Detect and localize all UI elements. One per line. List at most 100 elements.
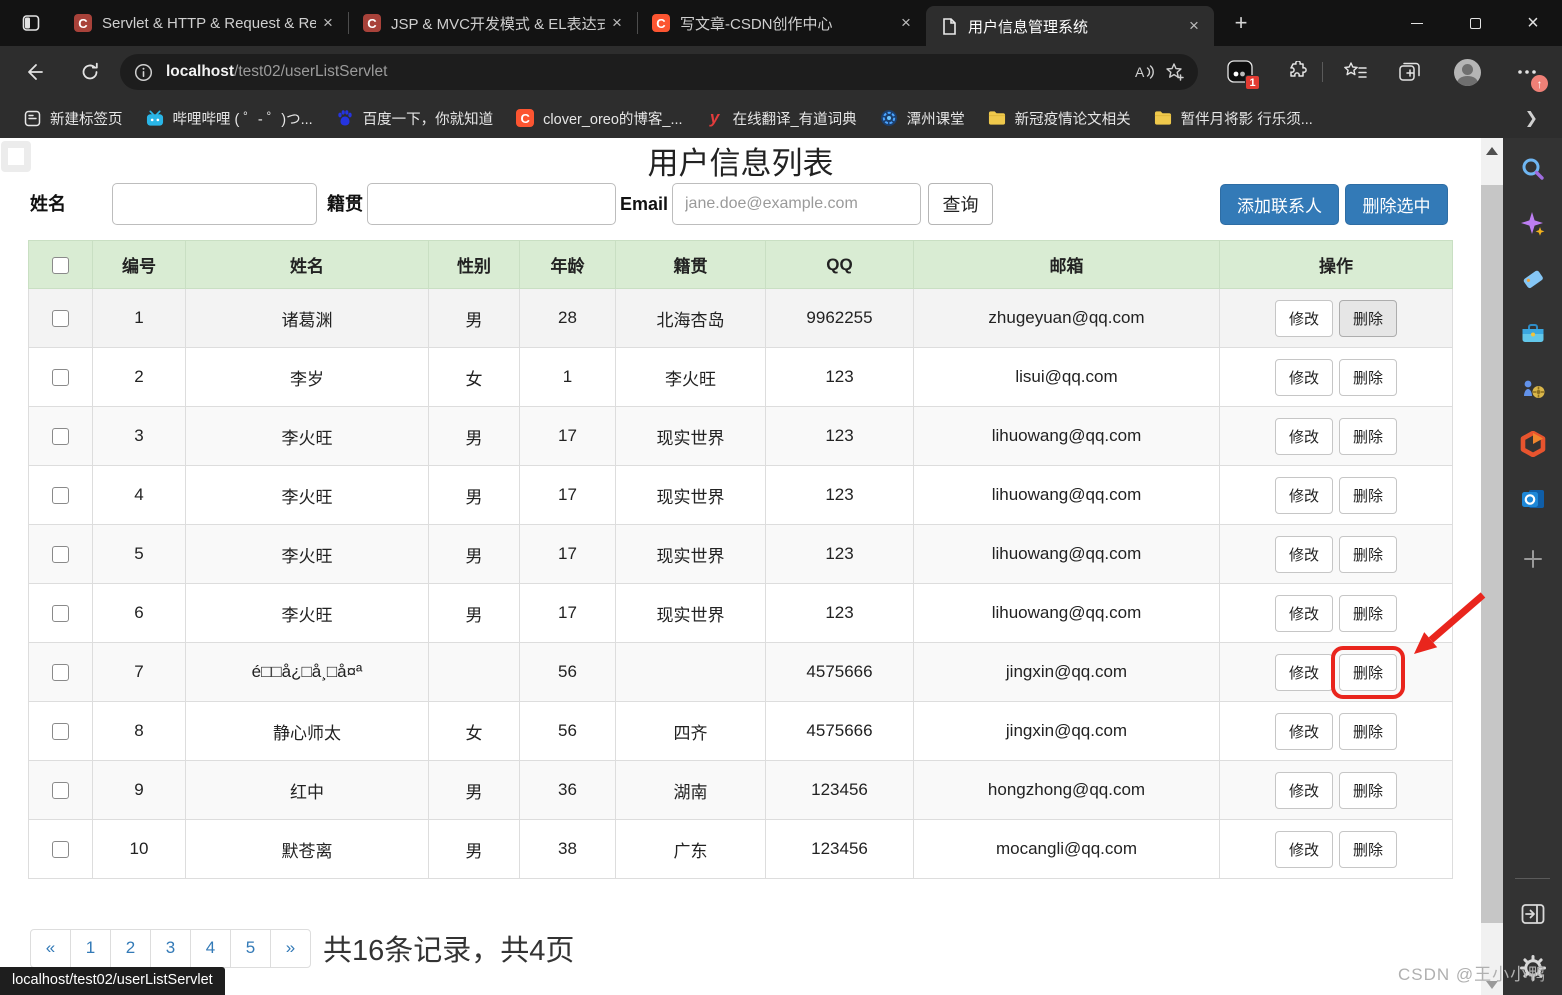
page-2[interactable]: 2: [110, 929, 151, 968]
delete-button[interactable]: 删除: [1339, 831, 1397, 868]
edit-button[interactable]: 修改: [1275, 772, 1333, 809]
delete-button[interactable]: 删除: [1339, 595, 1397, 632]
page-next[interactable]: »: [270, 929, 311, 968]
refresh-icon[interactable]: [72, 54, 108, 90]
page-3[interactable]: 3: [150, 929, 191, 968]
row-checkbox[interactable]: [52, 487, 69, 504]
bookmark-youdao[interactable]: y 在线翻译_有道词典: [706, 108, 857, 129]
page-scrollbar[interactable]: [1481, 138, 1503, 995]
games-icon[interactable]: [1515, 371, 1551, 407]
edit-button[interactable]: 修改: [1275, 713, 1333, 750]
cell-id: 3: [93, 407, 186, 466]
row-checkbox[interactable]: [52, 428, 69, 445]
tab-actions-menu-icon[interactable]: [16, 8, 46, 38]
delete-button[interactable]: 删除: [1339, 477, 1397, 514]
shopping-icon[interactable]: [1515, 261, 1551, 297]
tab-jsp-mvc[interactable]: C JSP & MVC开发模式 & EL表达式 ×: [349, 0, 637, 46]
tab-csdn-write[interactable]: C 写文章-CSDN创作中心 ×: [638, 0, 926, 46]
bookmark-bilibili[interactable]: 哔哩哔哩 ( ゜- ゜)つ...: [146, 108, 313, 129]
collections-icon[interactable]: [1393, 55, 1427, 89]
header-name: 姓名: [186, 241, 429, 289]
tab-title: 写文章-CSDN创作中心: [680, 13, 894, 34]
tab-servlet-http[interactable]: C Servlet & HTTP & Request & Res ×: [60, 0, 348, 46]
back-icon[interactable]: [16, 54, 52, 90]
cell-age: 17: [520, 584, 616, 643]
tab-close-icon[interactable]: ×: [894, 11, 918, 35]
new-tab-button[interactable]: +: [1224, 8, 1258, 38]
bookmark-baidu[interactable]: 百度一下，你就知道: [336, 108, 494, 129]
delete-button[interactable]: 删除: [1339, 772, 1397, 809]
cell-name: 李火旺: [186, 525, 429, 584]
row-checkbox[interactable]: [52, 723, 69, 740]
edit-button[interactable]: 修改: [1275, 654, 1333, 691]
scrollbar-up-icon[interactable]: [1486, 147, 1498, 155]
expand-panel-icon[interactable]: [1515, 896, 1551, 932]
row-checkbox[interactable]: [52, 841, 69, 858]
select-all-checkbox[interactable]: [52, 257, 69, 274]
avatar: [1454, 59, 1481, 86]
tab-close-icon[interactable]: ×: [1182, 14, 1206, 38]
settings-more-icon[interactable]: ↑: [1510, 55, 1544, 89]
url-text[interactable]: localhost/test02/userListServlet: [166, 63, 1130, 81]
tab-close-icon[interactable]: ×: [605, 11, 629, 35]
edit-button[interactable]: 修改: [1275, 477, 1333, 514]
minimize-button[interactable]: [1388, 0, 1446, 46]
delete-button[interactable]: 删除: [1339, 418, 1397, 455]
origin-input[interactable]: [367, 183, 616, 225]
row-checkbox[interactable]: [52, 782, 69, 799]
close-button[interactable]: ×: [1504, 0, 1562, 46]
add-contact-button[interactable]: 添加联系人: [1220, 184, 1339, 225]
row-checkbox[interactable]: [52, 369, 69, 386]
delete-button[interactable]: 删除: [1339, 536, 1397, 573]
maximize-button[interactable]: [1446, 0, 1504, 46]
sidebar-add-icon[interactable]: [1515, 541, 1551, 577]
page-prev[interactable]: «: [30, 929, 71, 968]
row-checkbox[interactable]: [52, 546, 69, 563]
bookmark-folder-poem[interactable]: 暂伴月将影 行乐须...: [1154, 108, 1313, 129]
copilot-discover-icon[interactable]: [1515, 206, 1551, 242]
bookmark-label: 在线翻译_有道词典: [733, 108, 857, 129]
outlook-icon[interactable]: [1515, 481, 1551, 517]
delete-button[interactable]: 删除: [1339, 713, 1397, 750]
bookmark-csdn-blog[interactable]: C clover_oreo的博客_...: [516, 108, 682, 129]
read-aloud-icon[interactable]: A: [1130, 57, 1160, 87]
extension-item-icon[interactable]: 1: [1223, 55, 1257, 89]
favorites-icon[interactable]: [1338, 55, 1372, 89]
row-checkbox[interactable]: [52, 310, 69, 327]
bookmark-new-tab[interactable]: 新建标签页: [23, 108, 123, 129]
edit-button[interactable]: 修改: [1275, 831, 1333, 868]
office-icon[interactable]: [1515, 426, 1551, 462]
edit-button[interactable]: 修改: [1275, 359, 1333, 396]
email-input[interactable]: [672, 183, 921, 225]
edit-button[interactable]: 修改: [1275, 595, 1333, 632]
query-button[interactable]: 查询: [928, 183, 993, 225]
edit-button[interactable]: 修改: [1275, 418, 1333, 455]
delete-button[interactable]: 删除: [1339, 359, 1397, 396]
search-icon[interactable]: [1515, 151, 1551, 187]
add-favorite-icon[interactable]: [1160, 57, 1190, 87]
address-bar[interactable]: localhost/test02/userListServlet A: [120, 54, 1198, 90]
extensions-puzzle-icon[interactable]: [1279, 55, 1313, 89]
header-gender: 性别: [429, 241, 520, 289]
cell-age: 38: [520, 820, 616, 879]
page-5[interactable]: 5: [230, 929, 271, 968]
edit-button[interactable]: 修改: [1275, 300, 1333, 337]
row-checkbox[interactable]: [52, 664, 69, 681]
scrollbar-thumb[interactable]: [1481, 185, 1503, 923]
bookmark-tanzhou[interactable]: 潭州课堂: [880, 108, 965, 129]
row-checkbox[interactable]: [52, 605, 69, 622]
edit-button[interactable]: 修改: [1275, 536, 1333, 573]
page-1[interactable]: 1: [70, 929, 111, 968]
toolbox-icon[interactable]: [1515, 316, 1551, 352]
bookmarks-overflow-chevron-icon[interactable]: ❯: [1525, 108, 1538, 128]
bookmark-folder-covid[interactable]: 新冠疫情论文相关: [988, 108, 1131, 129]
profile-avatar[interactable]: [1450, 55, 1484, 89]
page-4[interactable]: 4: [190, 929, 231, 968]
tab-close-icon[interactable]: ×: [316, 11, 340, 35]
delete-button-annotated[interactable]: 删除: [1339, 654, 1397, 691]
delete-button[interactable]: 删除: [1339, 300, 1397, 337]
tab-user-management-active[interactable]: 用户信息管理系统 ×: [926, 6, 1214, 46]
delete-selected-button[interactable]: 删除选中: [1345, 184, 1448, 225]
site-info-icon[interactable]: [134, 63, 153, 82]
name-input[interactable]: [112, 183, 317, 225]
